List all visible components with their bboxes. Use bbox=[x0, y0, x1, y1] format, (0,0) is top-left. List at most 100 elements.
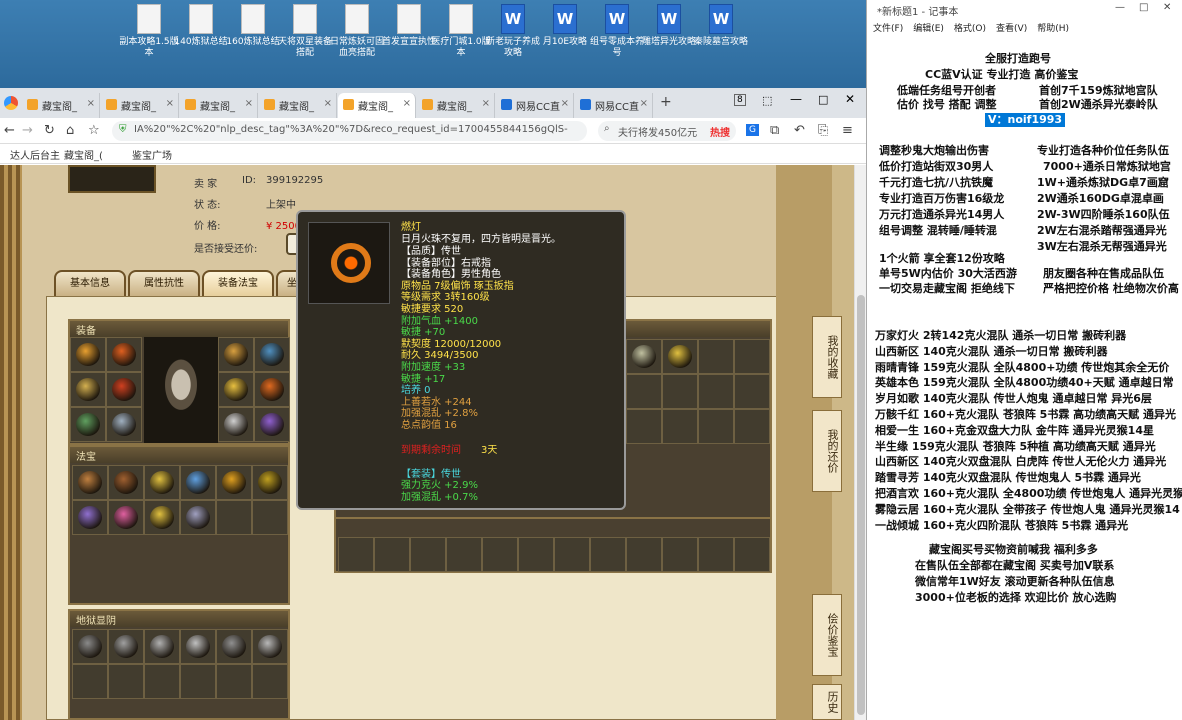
pet-slot[interactable] bbox=[216, 664, 252, 699]
search-field[interactable]: ⌕ 夫行将发450亿元 热搜 bbox=[598, 121, 736, 141]
menu-icon[interactable]: ≡ bbox=[842, 123, 853, 138]
inventory-slot[interactable] bbox=[626, 374, 662, 409]
notepad-minimize[interactable]: — bbox=[1115, 2, 1125, 13]
treasure-slot[interactable] bbox=[216, 500, 252, 535]
desktop-icon-11[interactable]: W 秦陵墓宫攻略 bbox=[690, 4, 752, 48]
tab-close-icon[interactable]: × bbox=[324, 98, 332, 109]
new-tab-button[interactable]: + bbox=[660, 94, 672, 110]
browser-tab-0[interactable]: 藏宝阁_ × bbox=[22, 93, 100, 118]
inventory2-slot[interactable] bbox=[554, 537, 590, 572]
pet-slot[interactable] bbox=[144, 664, 180, 699]
equipment-slot[interactable] bbox=[106, 372, 142, 407]
notepad-menu-item[interactable]: 文件(F) bbox=[873, 24, 903, 34]
bookmark-3[interactable]: 鉴宝广场 bbox=[132, 147, 172, 162]
inventory2-slot[interactable] bbox=[410, 537, 446, 572]
equipment-slot[interactable] bbox=[218, 407, 254, 442]
page-scrollbar[interactable] bbox=[854, 165, 866, 720]
url-field[interactable]: ⛨ IA%20"%2C%20"nlp_desc_tag"%3A%20"%7D&r… bbox=[112, 121, 587, 141]
treasure-slot[interactable] bbox=[108, 500, 144, 535]
tab-close-icon[interactable]: × bbox=[245, 98, 253, 109]
side-note-0[interactable]: 我的收藏 bbox=[812, 316, 842, 398]
tab-close-icon[interactable]: × bbox=[87, 98, 95, 109]
bookmark-1[interactable]: 达人后台主 bbox=[10, 147, 60, 162]
download-icon[interactable]: ⎘ bbox=[818, 123, 828, 138]
browser-logo-icon[interactable] bbox=[4, 96, 18, 110]
equipment-slot[interactable] bbox=[70, 337, 106, 372]
inventory-slot[interactable] bbox=[662, 409, 698, 444]
equipment-slot[interactable] bbox=[70, 372, 106, 407]
notepad-menu-item[interactable]: 格式(O) bbox=[954, 24, 986, 34]
pet-slot[interactable] bbox=[108, 629, 144, 664]
treasure-slot[interactable] bbox=[252, 500, 288, 535]
inventory-slot[interactable] bbox=[734, 374, 770, 409]
side-note-3[interactable]: 历史 bbox=[812, 684, 842, 720]
browser-tab-5[interactable]: 藏宝阁_ × bbox=[417, 93, 495, 118]
treasure-slot[interactable] bbox=[180, 500, 216, 535]
browser-tab-2[interactable]: 藏宝阁_ × bbox=[180, 93, 258, 118]
pet-slot[interactable] bbox=[72, 629, 108, 664]
treasure-slot[interactable] bbox=[252, 465, 288, 500]
minimize-button[interactable]: — bbox=[790, 92, 802, 106]
browser-tab-7[interactable]: 网易CC直 × bbox=[575, 93, 653, 118]
inventory2-slot[interactable] bbox=[374, 537, 410, 572]
game-tab-1[interactable]: 属性抗性 bbox=[128, 270, 200, 298]
bookmark-star-icon[interactable]: ☆ bbox=[88, 123, 100, 138]
pet-slot[interactable] bbox=[180, 629, 216, 664]
equipment-slot[interactable] bbox=[218, 372, 254, 407]
treasure-slot[interactable] bbox=[108, 465, 144, 500]
home-icon[interactable]: ⌂ bbox=[66, 123, 74, 138]
pet-slot[interactable] bbox=[252, 664, 288, 699]
inventory-slot[interactable] bbox=[626, 339, 662, 374]
inventory2-slot[interactable] bbox=[446, 537, 482, 572]
side-note-2[interactable]: 侩价鉴宝 bbox=[812, 594, 842, 676]
notepad-close[interactable]: ✕ bbox=[1163, 2, 1171, 13]
scrollbar-thumb[interactable] bbox=[857, 295, 865, 715]
hot-search-badge[interactable]: 热搜 bbox=[710, 124, 730, 139]
treasure-slot[interactable] bbox=[216, 465, 252, 500]
equipment-slot[interactable] bbox=[254, 337, 290, 372]
notepad-maximize[interactable]: □ bbox=[1139, 2, 1148, 13]
pet-slot[interactable] bbox=[108, 664, 144, 699]
inventory2-slot[interactable] bbox=[338, 537, 374, 572]
inventory2-slot[interactable] bbox=[482, 537, 518, 572]
inventory2-slot[interactable] bbox=[590, 537, 626, 572]
equipment-slot[interactable] bbox=[218, 337, 254, 372]
tab-close-icon[interactable]: × bbox=[561, 98, 569, 109]
inventory2-slot[interactable] bbox=[626, 537, 662, 572]
inventory-slot[interactable] bbox=[662, 339, 698, 374]
inventory-slot[interactable] bbox=[698, 409, 734, 444]
tab-close-icon[interactable]: × bbox=[482, 98, 490, 109]
back-icon[interactable]: ← bbox=[4, 123, 15, 138]
pet-slot[interactable] bbox=[144, 629, 180, 664]
browser-tab-6[interactable]: 网易CC直 × bbox=[496, 93, 574, 118]
tab-close-icon[interactable]: × bbox=[166, 98, 174, 109]
game-tab-2[interactable]: 装备法宝 bbox=[202, 270, 274, 298]
notepad-menu-item[interactable]: 编辑(E) bbox=[913, 24, 944, 34]
pin-icon[interactable]: ⬚ bbox=[762, 94, 772, 107]
equipment-slot[interactable] bbox=[70, 407, 106, 442]
inventory-slot[interactable] bbox=[698, 339, 734, 374]
browser-tab-3[interactable]: 藏宝阁_ × bbox=[259, 93, 337, 118]
inventory-slot[interactable] bbox=[662, 374, 698, 409]
inventory-slot[interactable] bbox=[734, 409, 770, 444]
maximize-button[interactable]: □ bbox=[818, 93, 828, 106]
notepad-menu-item[interactable]: 查看(V) bbox=[996, 24, 1027, 34]
inventory-slot[interactable] bbox=[734, 339, 770, 374]
close-window-button[interactable]: ✕ bbox=[845, 92, 855, 106]
treasure-slot[interactable] bbox=[144, 500, 180, 535]
forward-icon[interactable]: → bbox=[22, 123, 33, 138]
equipment-slot[interactable] bbox=[106, 337, 142, 372]
inventory2-slot[interactable] bbox=[662, 537, 698, 572]
pet-slot[interactable] bbox=[216, 629, 252, 664]
treasure-slot[interactable] bbox=[72, 500, 108, 535]
inventory-slot[interactable] bbox=[698, 374, 734, 409]
equipment-slot[interactable] bbox=[254, 407, 290, 442]
inventory2-slot[interactable] bbox=[698, 537, 734, 572]
treasure-slot[interactable] bbox=[144, 465, 180, 500]
browser-tab-1[interactable]: 藏宝阁_ × bbox=[101, 93, 179, 118]
tab-count-badge[interactable]: 8 bbox=[734, 94, 746, 106]
inventory-slot[interactable] bbox=[626, 409, 662, 444]
extensions-icon[interactable]: ⧉ bbox=[770, 123, 779, 138]
pet-slot[interactable] bbox=[252, 629, 288, 664]
notepad-menu-item[interactable]: 帮助(H) bbox=[1037, 24, 1069, 34]
